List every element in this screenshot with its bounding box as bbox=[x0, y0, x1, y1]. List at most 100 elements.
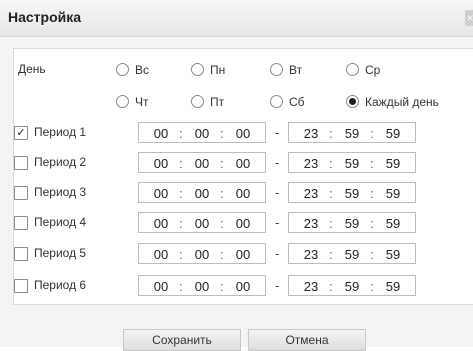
radio-icon bbox=[346, 63, 359, 76]
period-3-checkbox[interactable] bbox=[14, 186, 28, 200]
day-radio-label: Пн bbox=[210, 63, 226, 77]
hours-field[interactable]: 00 bbox=[151, 279, 171, 294]
minutes-field[interactable]: 59 bbox=[342, 156, 362, 171]
cancel-button[interactable]: Отмена bbox=[248, 329, 366, 351]
period-2-checkbox[interactable] bbox=[14, 156, 28, 170]
seconds-field[interactable]: 59 bbox=[383, 126, 403, 141]
range-separator: - bbox=[275, 246, 280, 261]
period-4-start-time[interactable]: 00:00:00 bbox=[138, 212, 266, 233]
time-separator: : bbox=[329, 186, 333, 201]
time-separator: : bbox=[179, 156, 183, 171]
range-separator: - bbox=[275, 185, 280, 200]
period-1-start-time[interactable]: 00:00:00 bbox=[138, 122, 266, 143]
hours-field[interactable]: 00 bbox=[151, 126, 171, 141]
period-6-start-time[interactable]: 00:00:00 bbox=[138, 275, 266, 296]
radio-icon bbox=[270, 63, 283, 76]
hours-field[interactable]: 23 bbox=[301, 247, 321, 262]
day-radio-label: Вт bbox=[289, 63, 303, 77]
close-icon[interactable]: × bbox=[465, 10, 473, 26]
day-radio-label: Чт bbox=[135, 95, 149, 109]
period-2-end-time[interactable]: 23:59:59 bbox=[288, 152, 416, 173]
time-separator: : bbox=[179, 279, 183, 294]
radio-icon bbox=[191, 63, 204, 76]
day-radio-label: Ср bbox=[365, 63, 381, 77]
minutes-field[interactable]: 00 bbox=[192, 247, 212, 262]
period-row-4: Период 4 00:00:00 - 23:59:59 bbox=[14, 212, 454, 234]
minutes-field[interactable]: 59 bbox=[342, 279, 362, 294]
seconds-field[interactable]: 59 bbox=[383, 279, 403, 294]
minutes-field[interactable]: 59 bbox=[342, 247, 362, 262]
hours-field[interactable]: 23 bbox=[301, 186, 321, 201]
time-separator: : bbox=[220, 156, 224, 171]
hours-field[interactable]: 23 bbox=[301, 126, 321, 141]
time-separator: : bbox=[329, 156, 333, 171]
seconds-field[interactable]: 00 bbox=[233, 216, 253, 231]
day-radio-sun[interactable]: Вс bbox=[116, 62, 149, 78]
seconds-field[interactable]: 00 bbox=[233, 126, 253, 141]
minutes-field[interactable]: 00 bbox=[192, 156, 212, 171]
radio-selected-icon bbox=[346, 95, 359, 108]
minutes-field[interactable]: 00 bbox=[192, 126, 212, 141]
time-separator: : bbox=[220, 216, 224, 231]
period-3-start-time[interactable]: 00:00:00 bbox=[138, 182, 266, 203]
period-3-end-time[interactable]: 23:59:59 bbox=[288, 182, 416, 203]
time-separator: : bbox=[179, 247, 183, 262]
period-label: Период 2 bbox=[34, 155, 87, 169]
period-label: Период 6 bbox=[34, 278, 87, 292]
time-separator: : bbox=[220, 247, 224, 262]
minutes-field[interactable]: 59 bbox=[342, 216, 362, 231]
period-1-checkbox[interactable]: ✓ bbox=[14, 126, 28, 140]
period-1-end-time[interactable]: 23:59:59 bbox=[288, 122, 416, 143]
day-radio-label: Сб bbox=[289, 95, 305, 109]
seconds-field[interactable]: 00 bbox=[233, 247, 253, 262]
minutes-field[interactable]: 00 bbox=[192, 186, 212, 201]
minutes-field[interactable]: 00 bbox=[192, 279, 212, 294]
period-5-end-time[interactable]: 23:59:59 bbox=[288, 243, 416, 264]
day-radio-label: Каждый день bbox=[365, 95, 439, 109]
period-4-end-time[interactable]: 23:59:59 bbox=[288, 212, 416, 233]
day-label: День bbox=[18, 62, 46, 76]
time-separator: : bbox=[220, 279, 224, 294]
time-separator: : bbox=[329, 279, 333, 294]
day-radio-thu[interactable]: Чт bbox=[116, 94, 149, 110]
seconds-field[interactable]: 00 bbox=[233, 186, 253, 201]
seconds-field[interactable]: 59 bbox=[383, 156, 403, 171]
seconds-field[interactable]: 59 bbox=[383, 216, 403, 231]
hours-field[interactable]: 00 bbox=[151, 156, 171, 171]
seconds-field[interactable]: 00 bbox=[233, 156, 253, 171]
hours-field[interactable]: 00 bbox=[151, 247, 171, 262]
hours-field[interactable]: 00 bbox=[151, 186, 171, 201]
save-button[interactable]: Сохранить bbox=[123, 329, 241, 351]
dialog-title: Настройка bbox=[8, 9, 82, 25]
day-radio-wed[interactable]: Ср bbox=[346, 62, 380, 78]
radio-icon bbox=[116, 95, 129, 108]
range-separator: - bbox=[275, 278, 280, 293]
seconds-field[interactable]: 59 bbox=[383, 247, 403, 262]
period-2-start-time[interactable]: 00:00:00 bbox=[138, 152, 266, 173]
hours-field[interactable]: 23 bbox=[301, 216, 321, 231]
day-radio-tue[interactable]: Вт bbox=[270, 62, 302, 78]
period-6-checkbox[interactable] bbox=[14, 279, 28, 293]
minutes-field[interactable]: 59 bbox=[342, 126, 362, 141]
period-5-start-time[interactable]: 00:00:00 bbox=[138, 243, 266, 264]
time-separator: : bbox=[370, 126, 374, 141]
hours-field[interactable]: 00 bbox=[151, 216, 171, 231]
seconds-field[interactable]: 59 bbox=[383, 186, 403, 201]
period-5-checkbox[interactable] bbox=[14, 247, 28, 261]
hours-field[interactable]: 23 bbox=[301, 279, 321, 294]
settings-dialog: Настройка × День Вс Пн Вт Ср Чт Пт Сб Ка… bbox=[0, 0, 473, 351]
period-4-checkbox[interactable] bbox=[14, 216, 28, 230]
minutes-field[interactable]: 00 bbox=[192, 216, 212, 231]
day-radio-mon[interactable]: Пн bbox=[191, 62, 225, 78]
time-separator: : bbox=[220, 186, 224, 201]
radio-icon bbox=[191, 95, 204, 108]
day-radio-sat[interactable]: Сб bbox=[270, 94, 305, 110]
hours-field[interactable]: 23 bbox=[301, 156, 321, 171]
time-separator: : bbox=[370, 279, 374, 294]
day-radio-fri[interactable]: Пт bbox=[191, 94, 224, 110]
period-6-end-time[interactable]: 23:59:59 bbox=[288, 275, 416, 296]
minutes-field[interactable]: 59 bbox=[342, 186, 362, 201]
seconds-field[interactable]: 00 bbox=[233, 279, 253, 294]
day-radio-every-day[interactable]: Каждый день bbox=[346, 94, 439, 110]
period-row-1: ✓ Период 1 00:00:00 - 23:59:59 bbox=[14, 122, 454, 144]
